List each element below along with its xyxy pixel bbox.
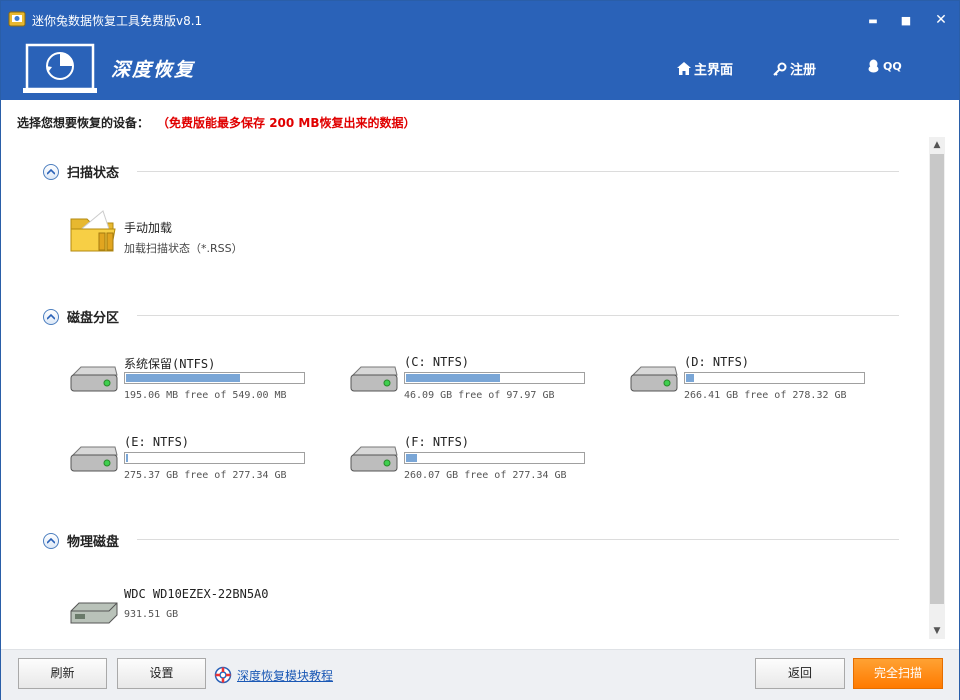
nav-qq-label: QQ xyxy=(883,59,902,73)
brand-title: 深度恢复 xyxy=(111,59,196,81)
full-scan-button[interactable]: 完全扫描 xyxy=(853,658,943,689)
refresh-button[interactable]: 刷新 xyxy=(18,658,107,689)
header-banner: 深度恢复 主界面 注册 QQ xyxy=(1,39,959,100)
title-bar[interactable]: 迷你兔数据恢复工具免费版v8.1 ▬ ■ ✕ xyxy=(1,1,959,39)
section-scan-status[interactable]: 扫描状态 xyxy=(43,162,119,181)
drive-usage-fill xyxy=(406,374,500,382)
settings-button[interactable]: 设置 xyxy=(117,658,206,689)
drive-usage-fill xyxy=(126,454,128,462)
window-title: 迷你兔数据恢复工具免费版v8.1 xyxy=(32,14,203,28)
drive-usage-fill xyxy=(686,374,694,382)
manual-load-subtitle: 加载扫描状态（*.RSS） xyxy=(124,242,243,255)
hard-drive-icon xyxy=(70,366,118,392)
hard-disk-icon xyxy=(70,602,118,624)
section-divider xyxy=(137,315,899,316)
collapse-toggle-icon[interactable] xyxy=(43,532,59,549)
nav-qq-link[interactable]: QQ xyxy=(867,59,902,73)
drive-free-space: 275.37 GB free of 277.34 GB xyxy=(124,470,287,481)
drive-free-space: 266.41 GB free of 278.32 GB xyxy=(684,390,847,401)
section-title: 物理磁盘 xyxy=(67,535,120,550)
drive-usage-bar xyxy=(404,372,585,384)
scroll-thumb[interactable] xyxy=(930,154,944,604)
device-list[interactable]: 扫描状态 手动加载 加载扫描状态（*.RSS） 磁盘分区 系统保留(NTFS) … xyxy=(19,137,927,639)
minimize-button[interactable]: ▬ xyxy=(861,9,885,31)
recovery-monitor-icon xyxy=(23,43,97,93)
drive-free-space: 46.09 GB free of 97.97 GB xyxy=(404,390,555,401)
collapse-toggle-icon[interactable] xyxy=(43,163,59,180)
drive-usage-bar xyxy=(124,372,305,384)
home-icon xyxy=(677,62,691,75)
device-prompt-text: 选择您想要恢复的设备： xyxy=(17,116,150,130)
hard-drive-icon xyxy=(350,446,398,472)
free-limit-note: （免费版能最多保存 200 MB恢复出来的数据） xyxy=(163,116,416,130)
drive-c[interactable]: (C: NTFS) 46.09 GB free of 97.97 GB xyxy=(349,355,589,415)
vertical-scrollbar[interactable]: ▲ ▼ xyxy=(929,137,945,639)
drive-free-space: 195.06 MB free of 549.00 MB xyxy=(124,390,287,401)
drive-name: (E: NTFS) xyxy=(124,435,190,449)
tutorial-link[interactable]: 深度恢复模块教程 xyxy=(214,666,333,684)
section-physical-disk[interactable]: 物理磁盘 xyxy=(43,531,119,550)
physical-disk-item[interactable]: WDC WD10EZEX-22BN5A0 931.51 GB xyxy=(69,587,309,647)
close-button[interactable]: ✕ xyxy=(929,9,953,31)
qq-penguin-icon xyxy=(868,59,879,73)
drive-name: (D: NTFS) xyxy=(684,355,750,369)
nav-register-label: 注册 xyxy=(790,63,817,78)
collapse-toggle-icon[interactable] xyxy=(43,308,59,325)
section-divider xyxy=(137,539,899,540)
nav-home-label: 主界面 xyxy=(694,63,734,78)
drive-free-space: 260.07 GB free of 277.34 GB xyxy=(404,470,567,481)
section-title: 扫描状态 xyxy=(67,166,120,181)
folder-icon xyxy=(70,210,116,252)
drive-d[interactable]: (D: NTFS) 266.41 GB free of 278.32 GB xyxy=(629,355,869,415)
drive-system-reserved[interactable]: 系统保留(NTFS) 195.06 MB free of 549.00 MB xyxy=(69,355,309,415)
app-window: 迷你兔数据恢复工具免费版v8.1 ▬ ■ ✕ 深度恢复 主界面 注册 QQ 选择… xyxy=(0,0,960,700)
scroll-down-icon[interactable]: ▼ xyxy=(929,623,945,639)
app-logo-icon xyxy=(8,11,26,27)
tutorial-link-label: 深度恢复模块教程 xyxy=(237,668,334,683)
drive-usage-bar xyxy=(684,372,865,384)
scroll-up-icon[interactable]: ▲ xyxy=(929,137,945,153)
drive-e[interactable]: (E: NTFS) 275.37 GB free of 277.34 GB xyxy=(69,435,309,495)
device-prompt: 选择您想要恢复的设备： （免费版能最多保存 200 MB恢复出来的数据） xyxy=(17,114,416,131)
maximize-button[interactable]: ■ xyxy=(894,9,918,31)
nav-home-link[interactable]: 主界面 xyxy=(677,59,733,78)
back-button[interactable]: 返回 xyxy=(755,658,845,689)
drive-f[interactable]: (F: NTFS) 260.07 GB free of 277.34 GB xyxy=(349,435,589,495)
minimize-icon: ▬ xyxy=(868,16,878,27)
section-divider xyxy=(137,171,899,172)
hard-drive-icon xyxy=(350,366,398,392)
drive-name: (C: NTFS) xyxy=(404,355,470,369)
drive-usage-bar xyxy=(404,452,585,464)
manual-load-title: 手动加载 xyxy=(124,221,173,235)
close-icon: ✕ xyxy=(935,12,947,28)
drive-name: 系统保留(NTFS) xyxy=(124,357,216,371)
section-partitions[interactable]: 磁盘分区 xyxy=(43,307,119,326)
drive-usage-bar xyxy=(124,452,305,464)
lifebuoy-icon xyxy=(214,666,232,684)
key-icon xyxy=(773,62,787,76)
section-title: 磁盘分区 xyxy=(67,311,120,326)
nav-register-link[interactable]: 注册 xyxy=(773,59,816,78)
hard-drive-icon xyxy=(630,366,678,392)
hard-drive-icon xyxy=(70,446,118,472)
drive-name: (F: NTFS) xyxy=(404,435,470,449)
drive-usage-fill xyxy=(406,454,417,462)
physical-disk-size: 931.51 GB xyxy=(124,609,179,620)
footer-toolbar: 刷新 设置 深度恢复模块教程 返回 完全扫描 xyxy=(1,649,959,700)
maximize-icon: ■ xyxy=(900,14,912,27)
drive-usage-fill xyxy=(126,374,240,382)
physical-disk-name: WDC WD10EZEX-22BN5A0 xyxy=(124,587,269,601)
